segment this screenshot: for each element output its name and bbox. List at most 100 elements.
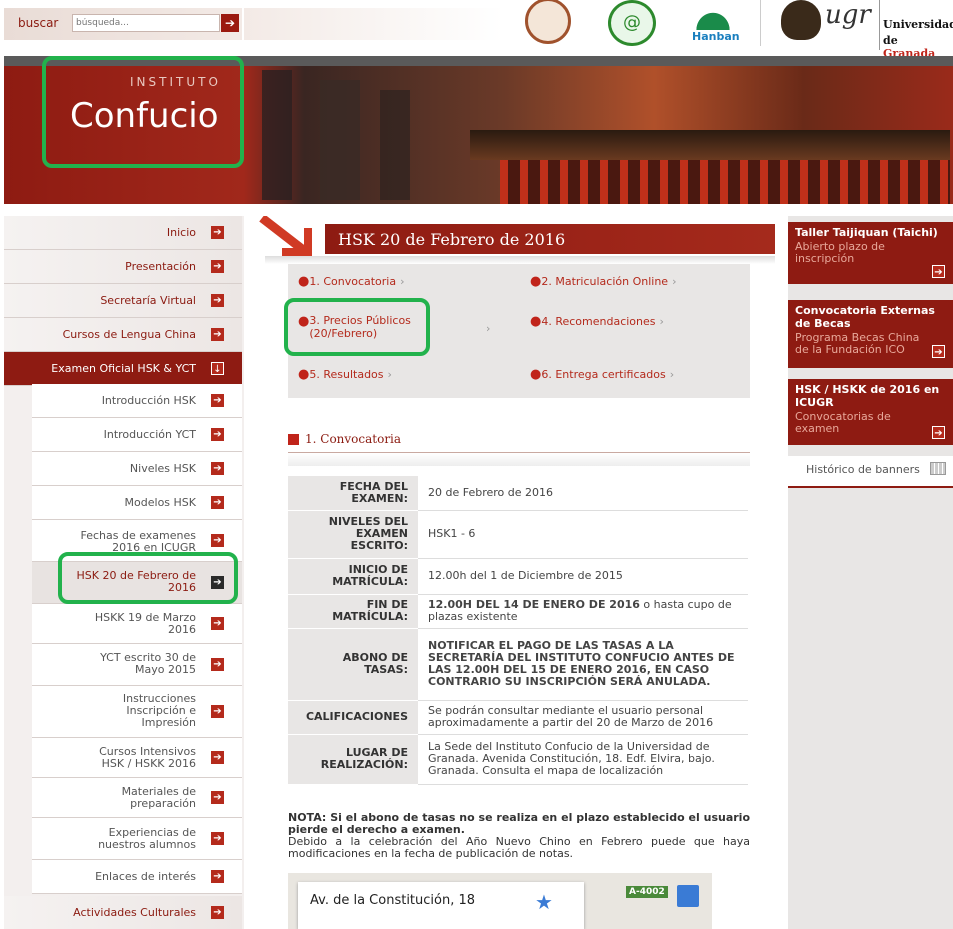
ugr-line2-prefix: de [883, 34, 898, 47]
subnav-item[interactable]: HSKK 19 de Marzo 2016 ➔ [32, 604, 242, 644]
arrow-right-icon: ➔ [211, 658, 224, 671]
header-building [380, 90, 410, 200]
hanban-logo-text: Hanban [692, 30, 740, 43]
arrow-right-icon: ➔ [932, 345, 945, 358]
arrow-right-icon: ➔ [211, 294, 224, 307]
ugr-line1: Universidad [883, 18, 953, 31]
chevron-right-icon: › [400, 275, 405, 288]
exam-info-table: FECHA DEL EXAMEN: 20 de Febrero de 2016 N… [288, 476, 748, 785]
banner-title: Convocatoria Externas de Becas [795, 304, 935, 330]
grid-icon [930, 462, 946, 475]
arrow-right-icon: ➔ [211, 462, 224, 475]
nav-item-examen[interactable]: Examen Oficial HSK & YCT ↓ [4, 352, 242, 386]
nav-item-secretaria[interactable]: Secretaría Virtual ➔ [4, 284, 242, 318]
bullet-icon: ● [530, 274, 542, 289]
header-building [320, 80, 360, 200]
arrow-down-icon: ↓ [211, 362, 224, 375]
subnav-item-label: Cursos Intensivos HSK / HSKK 2016 [99, 745, 196, 770]
subnav-item-label: Niveles HSK [129, 462, 196, 475]
arrow-right-icon: ➔ [211, 260, 224, 273]
search-input[interactable] [72, 14, 220, 32]
subnav-item[interactable]: Introducción YCT ➔ [32, 418, 242, 452]
table-value-bold: NOTIFICAR EL PAGO DE LAS TASAS A LA SECR… [428, 639, 735, 688]
table-value: Se podrán consultar mediante el usuario … [418, 700, 748, 735]
subnav-item-label: Modelos HSK [124, 496, 196, 509]
nav-item-label: Examen Oficial HSK & YCT [51, 362, 196, 375]
bullet-icon: ● [298, 274, 310, 289]
section-link-6[interactable]: ●6. Entrega certificados › [530, 367, 674, 382]
table-value: NOTIFICAR EL PAGO DE LAS TASAS A LA SECR… [418, 628, 748, 701]
note-body: Debido a la celebración del Año Nuevo Ch… [288, 835, 750, 860]
peking-university-logo[interactable] [525, 0, 571, 44]
bullet-icon: ● [530, 367, 542, 382]
table-row: NIVELES DEL EXAMEN ESCRITO: HSK1 - 6 [288, 510, 748, 559]
arrow-right-icon: ➔ [211, 906, 224, 919]
arrow-right-icon: ➔ [211, 394, 224, 407]
subnav-item-label: HSKK 19 de Marzo 2016 [94, 611, 196, 636]
star-icon[interactable]: ★ [535, 890, 553, 914]
nav-item-presentacion[interactable]: Presentación ➔ [4, 250, 242, 284]
section-link-2[interactable]: ●2. Matriculación Online › [530, 274, 676, 289]
table-key: INICIO DE MATRÍCULA: [288, 558, 418, 595]
table-row: INICIO DE MATRÍCULA: 12.00h del 1 de Dici… [288, 558, 748, 595]
arrow-right-icon: ➔ [932, 426, 945, 439]
section-link-5[interactable]: ●5. Resultados › [298, 367, 392, 382]
subnav-item[interactable]: Materiales de preparación ➔ [32, 778, 242, 818]
nav-item-label: Actividades Culturales [73, 906, 196, 919]
subnav-item[interactable]: YCT escrito 30 de Mayo 2015 ➔ [32, 644, 242, 686]
banner-becas[interactable]: Convocatoria Externas de Becas Programa … [788, 300, 953, 368]
section-link-4[interactable]: ●4. Recomendaciones › [530, 314, 664, 329]
subnav-item[interactable]: Cursos Intensivos HSK / HSKK 2016 ➔ [32, 738, 242, 778]
table-value: HSK1 - 6 [418, 510, 748, 559]
subnav-item[interactable]: Experiencias de nuestros alumnos ➔ [32, 818, 242, 860]
subnav-item-label: Experiencias de nuestros alumnos [98, 826, 196, 851]
search-label: buscar [18, 16, 59, 30]
subnav-item-label: Materiales de preparación [121, 785, 196, 810]
title-shadow [265, 256, 775, 264]
subnav-item[interactable]: Modelos HSK ➔ [32, 486, 242, 520]
arrow-right-icon: ➔ [224, 16, 236, 30]
nav-item-cursos[interactable]: Cursos de Lengua China ➔ [4, 318, 242, 352]
subnav-item[interactable]: Instrucciones Inscripción e Impresión ➔ [32, 686, 242, 738]
confucius-institute-logo[interactable]: @ [608, 0, 656, 46]
nav-item-inicio[interactable]: Inicio ➔ [4, 216, 242, 250]
pegman-icon[interactable] [677, 885, 699, 907]
subnav-item-label: Introducción HSK [101, 394, 196, 407]
section-link-label: 4. Recomendaciones [541, 315, 656, 328]
banner-hsk[interactable]: HSK / HSKK de 2016 en ICUGR Convocatoria… [788, 379, 953, 445]
table-row: CALIFICACIONES Se podrán consultar median… [288, 700, 748, 735]
arrow-right-icon: ➔ [211, 328, 224, 341]
section-link-label: 6. Entrega certificados [541, 368, 666, 381]
subnav-item-label: YCT escrito 30 de Mayo 2015 [100, 651, 196, 676]
banner-taichi[interactable]: Taller Taijiquan (Taichi) Abierto plazo … [788, 222, 953, 284]
arrow-right-icon: ➔ [211, 870, 224, 883]
arrow-right-icon: ➔ [211, 617, 224, 630]
bullet-icon: ● [298, 367, 310, 382]
note-bold: NOTA: Si el abono de tasas no se realiza… [288, 811, 750, 836]
table-key: ABONO DE TASAS: [288, 628, 418, 701]
arrow-right-icon: ➔ [211, 751, 224, 764]
search-submit-button[interactable]: ➔ [221, 14, 239, 32]
section-link-label: 2. Matriculación Online [541, 275, 669, 288]
section-link-label: 5. Resultados [309, 368, 384, 381]
banner-title: HSK / HSKK de 2016 en ICUGR [795, 383, 940, 409]
subnav-item[interactable]: Niveles HSK ➔ [32, 452, 242, 486]
subnav-item[interactable]: Enlaces de interés ➔ [32, 860, 242, 894]
hanban-logo[interactable]: Hanban [684, 0, 742, 46]
map-address: Av. de la Constitución, 18 [310, 893, 476, 908]
ugr-wordmark: ugr [825, 0, 871, 30]
arrow-right-icon: ➔ [932, 265, 945, 278]
note-text: NOTA: Si el abono de tasas no se realiza… [288, 812, 750, 860]
section-link-1[interactable]: ●1. Convocatoria › [298, 274, 405, 289]
ugr-divider [879, 0, 880, 50]
map-road-label: A-4002 [626, 886, 668, 898]
header-building [262, 70, 292, 200]
arrow-right-icon: ➔ [211, 534, 224, 547]
section-link-highlight [284, 298, 430, 356]
subnav-item-label: Fechas de examenes 2016 en ICUGR [80, 529, 196, 554]
subnav-item[interactable]: Introducción HSK ➔ [32, 384, 242, 418]
arrow-right-icon: ➔ [211, 832, 224, 845]
ugr-logo[interactable]: ugr Universidad de Granada [781, 0, 953, 60]
ci-swirl-icon: @ [623, 12, 641, 33]
nav-item-actividades[interactable]: Actividades Culturales ➔ [4, 896, 242, 929]
